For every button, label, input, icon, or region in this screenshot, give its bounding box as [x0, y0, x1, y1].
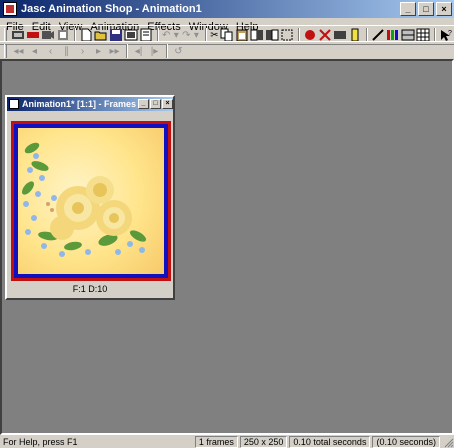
rose-bouquet-image — [22, 142, 147, 257]
svg-text:?: ? — [448, 30, 452, 37]
next-frame-icon[interactable]: ▸ — [91, 44, 106, 59]
maximize-button[interactable]: □ — [418, 2, 434, 16]
animation-frames-window[interactable]: Animation1* [1:1] - Frames _ □ × F:1 D:1… — [5, 95, 175, 300]
toolbar-separator — [73, 28, 76, 42]
app-title: Jasc Animation Shop - Animation1 — [21, 3, 202, 15]
toolbar-grip[interactable] — [4, 44, 7, 58]
minimize-button[interactable]: _ — [400, 2, 416, 16]
toolbar-separator — [434, 28, 436, 42]
toolbar-separator — [204, 28, 207, 42]
status-total-seconds: 0.10 total seconds — [289, 435, 371, 448]
status-bar: For Help, press F1 1 frames 250 x 250 0.… — [0, 435, 454, 448]
pause-icon[interactable]: ∥ — [59, 44, 74, 59]
frame-border — [14, 124, 168, 278]
toolbar-grip[interactable] — [4, 28, 7, 42]
document-title-bar[interactable]: Animation1* [1:1] - Frames _ □ × — [7, 97, 173, 111]
next-icon[interactable]: › — [75, 44, 90, 59]
app-icon[interactable] — [3, 2, 17, 16]
view-first-icon[interactable]: ◂| — [131, 44, 146, 59]
frame-selection-border[interactable] — [11, 121, 171, 281]
document-title: Animation1* [1:1] - Frames — [22, 99, 137, 109]
document-minimize-button[interactable]: _ — [138, 99, 149, 109]
loop-icon[interactable]: ↺ — [171, 44, 186, 59]
prev-icon[interactable]: ‹ — [43, 44, 58, 59]
document-icon[interactable] — [9, 99, 19, 109]
toolbar-separator — [126, 44, 128, 58]
status-frames: 1 frames — [194, 435, 238, 448]
resize-grip-icon[interactable] — [442, 436, 454, 448]
frame-thumbnail[interactable] — [18, 128, 164, 274]
close-button[interactable]: × — [436, 2, 452, 16]
first-frame-icon[interactable]: ◂◂ — [11, 44, 26, 59]
toolbar-separator — [156, 28, 159, 42]
status-help-text: For Help, press F1 — [3, 436, 78, 447]
toolbar-separator — [366, 28, 368, 42]
status-range-seconds: (0.10 seconds) — [372, 435, 440, 448]
prev-frame-icon[interactable]: ◂ — [27, 44, 42, 59]
toolbar-separator — [298, 28, 300, 42]
app-title-bar: Jasc Animation Shop - Animation1 _ □ × — [0, 0, 454, 18]
view-last-icon[interactable]: |▸ — [147, 44, 162, 59]
playback-toolbar: ◂◂ ◂ ‹ ∥ › ▸ ▸▸ ◂| |▸ ↺ — [0, 41, 454, 61]
document-maximize-button[interactable]: □ — [150, 99, 161, 109]
status-size: 250 x 250 — [239, 435, 288, 448]
last-frame-icon[interactable]: ▸▸ — [107, 44, 122, 59]
frame-info-label: F:1 D:10 — [72, 284, 108, 294]
toolbar-separator — [166, 44, 168, 58]
document-close-button[interactable]: × — [162, 99, 173, 109]
